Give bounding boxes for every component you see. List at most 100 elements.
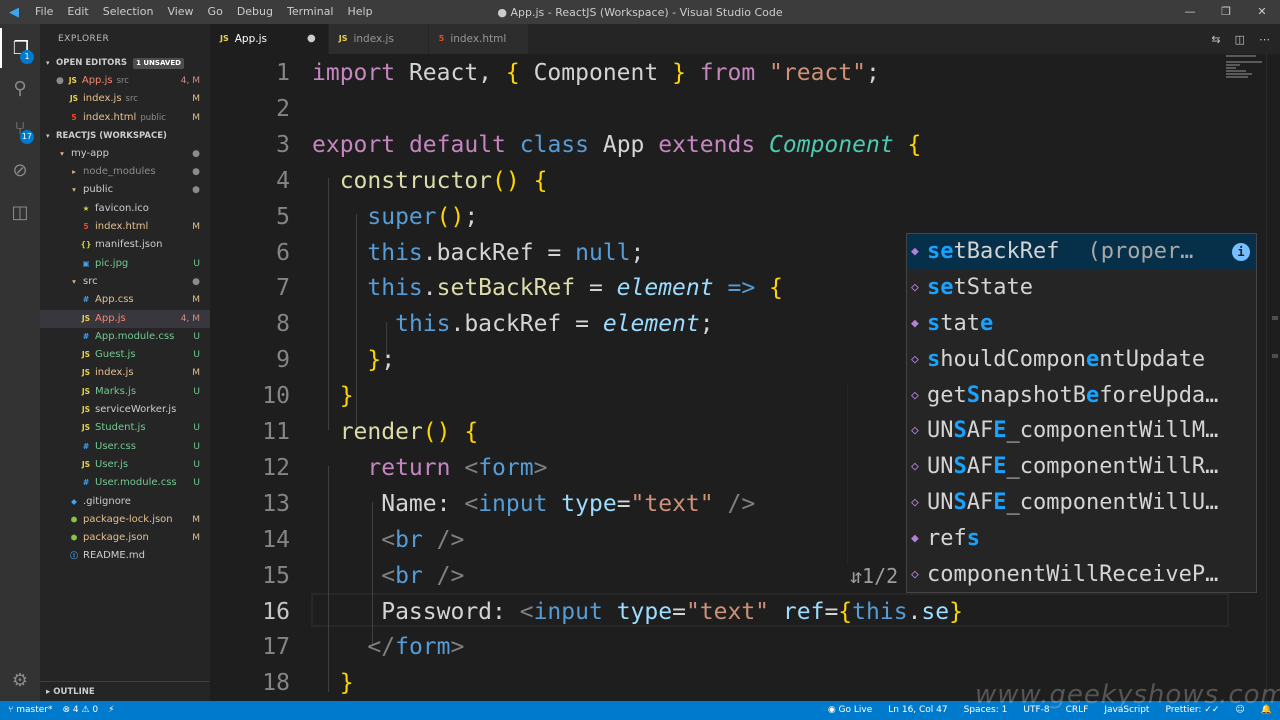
tab-index-html[interactable]: 5 index.html xyxy=(428,24,529,54)
menu-debug[interactable]: Debug xyxy=(230,0,280,24)
extensions-icon[interactable]: ◫ xyxy=(0,192,40,232)
open-editors-header[interactable]: ▾ OPEN EDITORS 1 UNSAVED xyxy=(40,54,210,72)
info-icon[interactable]: i xyxy=(1232,243,1250,261)
tree-item[interactable]: ⬢ package.json M xyxy=(40,529,210,547)
code-line[interactable]: 3 export default class App extends Compon… xyxy=(210,127,1280,163)
tab-index-js[interactable]: JS index.js xyxy=(328,24,429,54)
tree-item[interactable]: ▸ node_modules ● xyxy=(40,163,210,181)
suggestion-item[interactable]: ◇ componentWillReceiveP… xyxy=(907,557,1256,592)
debug-icon[interactable]: ⊘ xyxy=(0,150,40,190)
js-file-icon: JS xyxy=(81,350,91,360)
open-editor-item[interactable]: ● JS App.js src 4, M xyxy=(40,72,210,90)
compare-changes-icon[interactable]: ⇆ xyxy=(1211,33,1220,46)
suggestion-item[interactable]: ◇ UNSAFE_componentWillU… xyxy=(907,485,1256,521)
unsaved-dot-icon[interactable]: ● xyxy=(307,24,316,54)
tree-item[interactable]: JS serviceWorker.js xyxy=(40,401,210,419)
menu-selection[interactable]: Selection xyxy=(96,0,161,24)
tree-item[interactable]: ★ favicon.ico xyxy=(40,200,210,218)
tree-item[interactable]: ▣ pic.jpg U xyxy=(40,255,210,273)
line-text: render() { xyxy=(339,419,479,445)
js-file-icon: JS xyxy=(81,405,91,415)
sync-icon[interactable]: ⚡ xyxy=(108,701,114,720)
tree-item[interactable]: ⬢ package-lock.json M xyxy=(40,511,210,529)
suggestion-item[interactable]: ◆ refs xyxy=(907,521,1256,557)
menu-go[interactable]: Go xyxy=(201,0,230,24)
tree-item[interactable]: JS Student.js U xyxy=(40,419,210,437)
tree-item[interactable]: {} manifest.json xyxy=(40,236,210,254)
menu-terminal[interactable]: Terminal xyxy=(280,0,341,24)
json-file-icon: {} xyxy=(80,240,92,250)
chevron-down-icon: ▾ xyxy=(46,59,50,67)
tree-item[interactable]: JS App.js 4, M xyxy=(40,309,210,328)
html-file-icon: 5 xyxy=(71,112,77,122)
parameter-hint-backdrop xyxy=(847,384,907,564)
menu-edit[interactable]: Edit xyxy=(60,0,95,24)
tree-item[interactable]: JS User.js U xyxy=(40,456,210,474)
code-line[interactable]: 17 </form> xyxy=(210,629,1280,665)
tree-item[interactable]: ⓘ README.md xyxy=(40,547,210,565)
search-icon[interactable]: ⚲ xyxy=(0,68,40,108)
suggestion-item[interactable]: ◇ setState xyxy=(907,270,1256,306)
source-control-icon[interactable]: ⑂ 17 xyxy=(0,108,40,148)
suggestion-item[interactable]: ◇ shouldComponentUpdate xyxy=(907,342,1256,378)
tree-item[interactable]: 5 index.html M xyxy=(40,218,210,236)
explorer-icon[interactable]: ❐ 1 xyxy=(0,28,40,68)
cursor-position[interactable]: Ln 16, Col 47 xyxy=(888,701,947,720)
go-live-button[interactable]: ◉ Go Live xyxy=(828,701,872,720)
code-line[interactable]: 1 import React, { Component } from "react… xyxy=(210,55,1280,91)
suggestion-item[interactable]: ◇ UNSAFE_componentWillM… xyxy=(907,413,1256,449)
close-window-button[interactable]: ✕ xyxy=(1244,0,1280,24)
suggestion-item[interactable]: ◆ setBackRef (proper… i xyxy=(907,234,1256,270)
minimap[interactable] xyxy=(1226,54,1266,94)
split-editor-icon[interactable]: ◫ xyxy=(1235,33,1245,46)
minimize-button[interactable]: — xyxy=(1172,0,1208,24)
outline-header[interactable]: ▸ OUTLINE xyxy=(40,681,210,701)
code-line[interactable]: 2 xyxy=(210,91,1280,127)
suggestion-item[interactable]: ◇ getSnapshotBeforeUpda… xyxy=(907,378,1256,414)
more-actions-icon[interactable]: ⋯ xyxy=(1259,33,1270,46)
tree-item-status: M xyxy=(192,533,200,544)
tree-item[interactable]: # App.module.css U xyxy=(40,328,210,346)
tree-item[interactable]: JS Guest.js U xyxy=(40,346,210,364)
line-number: 5 xyxy=(276,203,290,230)
suggestion-item[interactable]: ◇ UNSAFE_componentWillR… xyxy=(907,449,1256,485)
line-text: Password: <input type="text" ref={this.s… xyxy=(312,598,963,625)
branch-indicator[interactable]: ⑂ master* xyxy=(8,701,53,720)
tree-item[interactable]: # App.css M xyxy=(40,291,210,309)
suggestion-item[interactable]: ◆ state xyxy=(907,306,1256,342)
tree-item[interactable]: ▾ public ● xyxy=(40,181,210,199)
tab-app-js[interactable]: JS App.js ● xyxy=(210,24,329,54)
open-editor-item[interactable]: JS index.js src M xyxy=(40,90,210,108)
vertical-scrollbar[interactable] xyxy=(1266,54,1280,701)
tree-item[interactable]: JS index.js M xyxy=(40,364,210,382)
folder-closed-icon: ▸ xyxy=(72,167,76,177)
method-icon: ◇ xyxy=(911,567,919,583)
property-icon: ◆ xyxy=(911,531,919,547)
open-editor-item[interactable]: 5 index.html public M xyxy=(40,109,210,127)
code-line[interactable]: 4 constructor() { xyxy=(210,163,1280,199)
tree-item[interactable]: # User.module.css U xyxy=(40,474,210,492)
gear-icon[interactable]: ⚙ xyxy=(0,660,40,700)
tree-item[interactable]: # User.css U xyxy=(40,438,210,456)
arrow-icon[interactable]: ⇵ xyxy=(850,564,862,588)
menu-view[interactable]: View xyxy=(160,0,200,24)
code-editor[interactable]: 1 import React, { Component } from "react… xyxy=(210,54,1280,701)
line-text: Name: <input type="text" /> xyxy=(312,490,756,517)
menu-file[interactable]: File xyxy=(28,0,60,24)
line-number: 18 xyxy=(262,670,290,697)
tree-item[interactable]: ▾ my-app ● xyxy=(40,145,210,163)
code-line[interactable]: 16 Password: <input type="text" ref={thi… xyxy=(210,594,1280,630)
maximize-button[interactable]: ❐ xyxy=(1208,0,1244,24)
tree-item[interactable]: ◆ .gitignore xyxy=(40,493,210,511)
workspace-header[interactable]: ▾ REACTJS (WORKSPACE) xyxy=(40,127,210,145)
tree-item[interactable]: ▾ src ● xyxy=(40,273,210,291)
unsaved-dot-icon[interactable]: ● xyxy=(56,76,64,86)
code-line[interactable]: 5 super(); xyxy=(210,199,1280,235)
property-icon: ◆ xyxy=(911,315,919,331)
tab-label: index.html xyxy=(450,33,507,45)
menu-help[interactable]: Help xyxy=(341,0,380,24)
suggestion-label: UNSAFE_componentWillM… xyxy=(927,418,1219,444)
tree-item[interactable]: JS Marks.js U xyxy=(40,383,210,401)
problems-indicator[interactable]: ⊗ 4 ⚠ 0 xyxy=(63,701,99,720)
suggestion-label: setState xyxy=(927,274,1033,300)
